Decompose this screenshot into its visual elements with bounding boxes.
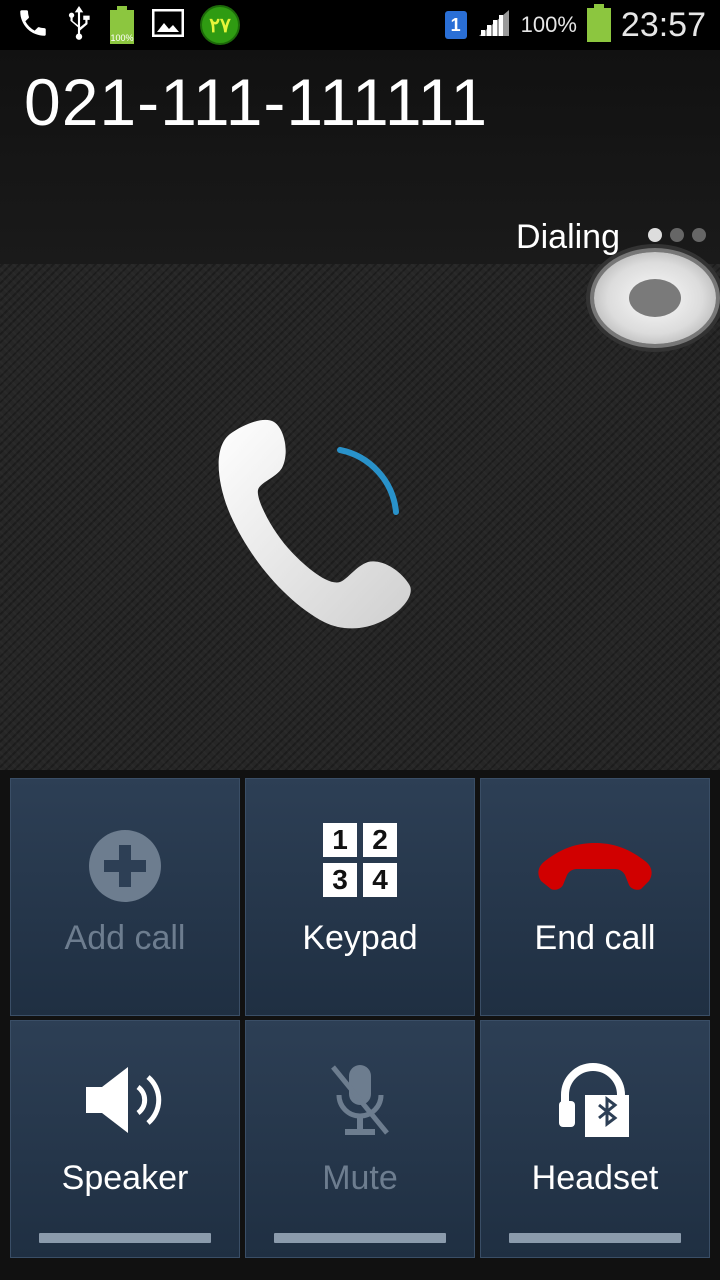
phone-number: 021-111-111111 [24, 65, 489, 139]
end-call-icon [481, 835, 709, 891]
dialing-animation [200, 414, 430, 644]
mute-button[interactable]: Mute [245, 1020, 475, 1258]
mute-label: Mute [322, 1159, 398, 1197]
keypad-digit: 1 [323, 823, 357, 857]
dot [692, 228, 706, 242]
clock: 23:57 [620, 5, 706, 44]
headset-label: Headset [531, 1159, 659, 1197]
bluetooth-headset-icon [481, 1061, 709, 1141]
sim-slot-icon: 1 [444, 11, 467, 39]
keypad-button[interactable]: 1 2 3 4 Keypad [245, 778, 475, 1016]
caller-area [0, 252, 720, 770]
usb-icon [66, 5, 92, 45]
end-call-label: End call [534, 919, 656, 957]
add-call-label: Add call [64, 919, 186, 957]
speaker-button[interactable]: Speaker [10, 1020, 240, 1258]
app-badge-icon: ۲۷ [200, 5, 240, 45]
floating-action-button[interactable] [594, 252, 716, 344]
progress-dots [648, 228, 706, 242]
call-status: Dialing [516, 218, 620, 256]
notification-icons: 100% ۲۷ [16, 5, 240, 45]
mute-toggle-indicator [274, 1233, 446, 1243]
keypad-label: Keypad [302, 919, 418, 957]
system-status: 1 100% 23:57 [444, 0, 706, 50]
dot [670, 228, 684, 242]
battery-full-icon: 100% [108, 6, 136, 44]
dot [648, 228, 662, 242]
phone-handset-icon [218, 419, 411, 629]
add-call-icon [11, 829, 239, 903]
mute-icon [246, 1061, 474, 1139]
keypad-icon: 1 2 3 4 [246, 823, 474, 897]
end-call-button[interactable]: End call [480, 778, 710, 1016]
battery-percent: 100% [520, 12, 577, 37]
keypad-digit: 2 [363, 823, 397, 857]
keypad-digit: 3 [323, 863, 357, 897]
status-bar: 100% ۲۷ 1 100% 23:57 [0, 0, 720, 50]
speaker-icon [11, 1065, 239, 1135]
speaker-toggle-indicator [39, 1233, 211, 1243]
add-call-button[interactable]: Add call [10, 778, 240, 1016]
floating-button-center [629, 279, 681, 317]
battery-icon [586, 3, 611, 47]
phone-call-icon [16, 6, 50, 45]
battery-icon-label: 100% [110, 33, 134, 43]
speaker-label: Speaker [61, 1159, 189, 1197]
keypad-digit: 4 [363, 863, 397, 897]
signal-icon [477, 8, 511, 43]
gallery-icon [151, 8, 185, 42]
headset-button[interactable]: Headset [480, 1020, 710, 1258]
headset-toggle-indicator [509, 1233, 681, 1243]
call-header: 021-111-111111 Dialing [0, 50, 720, 264]
call-controls: Add call 1 2 3 4 Keypad End call Speaker [0, 770, 720, 1280]
